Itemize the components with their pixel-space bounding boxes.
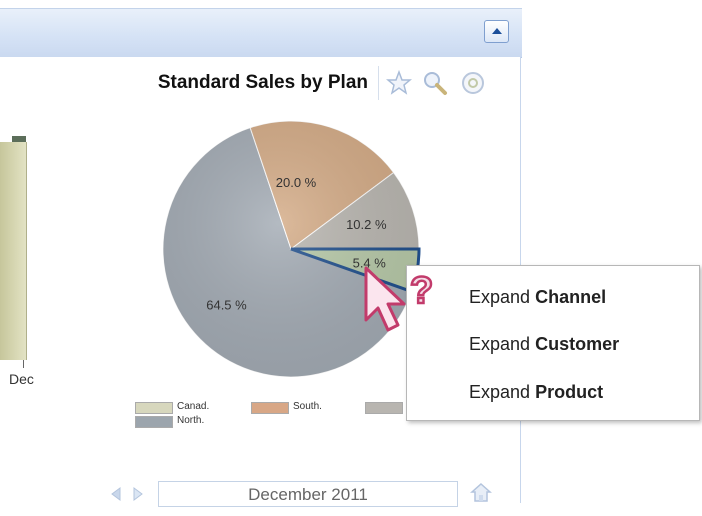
menu-item-prefix: Expand — [469, 334, 531, 354]
period-field[interactable]: December 2011 — [158, 481, 458, 507]
menu-item-prefix: Expand — [469, 382, 531, 402]
menu-item-target: Product — [535, 382, 604, 402]
toolbar-divider — [378, 66, 379, 100]
zoom-icon[interactable] — [422, 70, 448, 96]
legend-label: North. — [177, 415, 205, 426]
menu-item-prefix: Expand — [469, 287, 531, 307]
x-axis-label: Dec — [9, 371, 34, 387]
window-title-bar — [0, 8, 522, 58]
pie-slice-label: 64.5 % — [206, 298, 247, 313]
pie-slice-label: 10.2 % — [346, 217, 387, 232]
pie-chart[interactable]: 5.4 %64.5 %20.0 %10.2 % — [160, 112, 440, 392]
settings-icon[interactable] — [460, 70, 486, 96]
help-cursor-icon: ? — [364, 266, 434, 332]
pie-slice-label: 20.0 % — [276, 175, 317, 190]
chart-toolbar — [378, 64, 518, 102]
legend-label: Canad. — [177, 401, 210, 412]
chart-legend: Canad.South.UNorth. — [135, 401, 425, 442]
axis-tick — [23, 360, 24, 368]
adjacent-bar-chart — [0, 142, 27, 360]
menu-item-expand-customer[interactable]: Expand Customer — [469, 334, 619, 362]
legend-swatch — [251, 402, 289, 414]
star-icon[interactable] — [386, 70, 412, 96]
legend-swatch — [365, 402, 403, 414]
menu-item-expand-product[interactable]: Expand Product — [469, 382, 603, 410]
menu-item-target: Channel — [535, 287, 607, 307]
legend-swatch — [135, 402, 173, 414]
legend-label: South. — [293, 401, 322, 412]
menu-item-expand-channel[interactable]: Expand Channel — [469, 287, 606, 315]
chart-title: Standard Sales by Plan — [157, 72, 368, 93]
home-icon[interactable] — [470, 482, 492, 504]
svg-text:?: ? — [410, 270, 433, 312]
legend-swatch — [135, 416, 173, 428]
context-menu: Expand Channel Expand Customer Expand Pr… — [406, 265, 700, 421]
collapse-button[interactable] — [484, 20, 509, 43]
arrow-right-icon[interactable] — [132, 487, 144, 501]
menu-item-target: Customer — [535, 334, 620, 354]
chevron-up-icon — [492, 28, 502, 34]
period-navigator: December 2011 — [0, 478, 520, 508]
arrow-left-icon[interactable] — [110, 487, 122, 501]
